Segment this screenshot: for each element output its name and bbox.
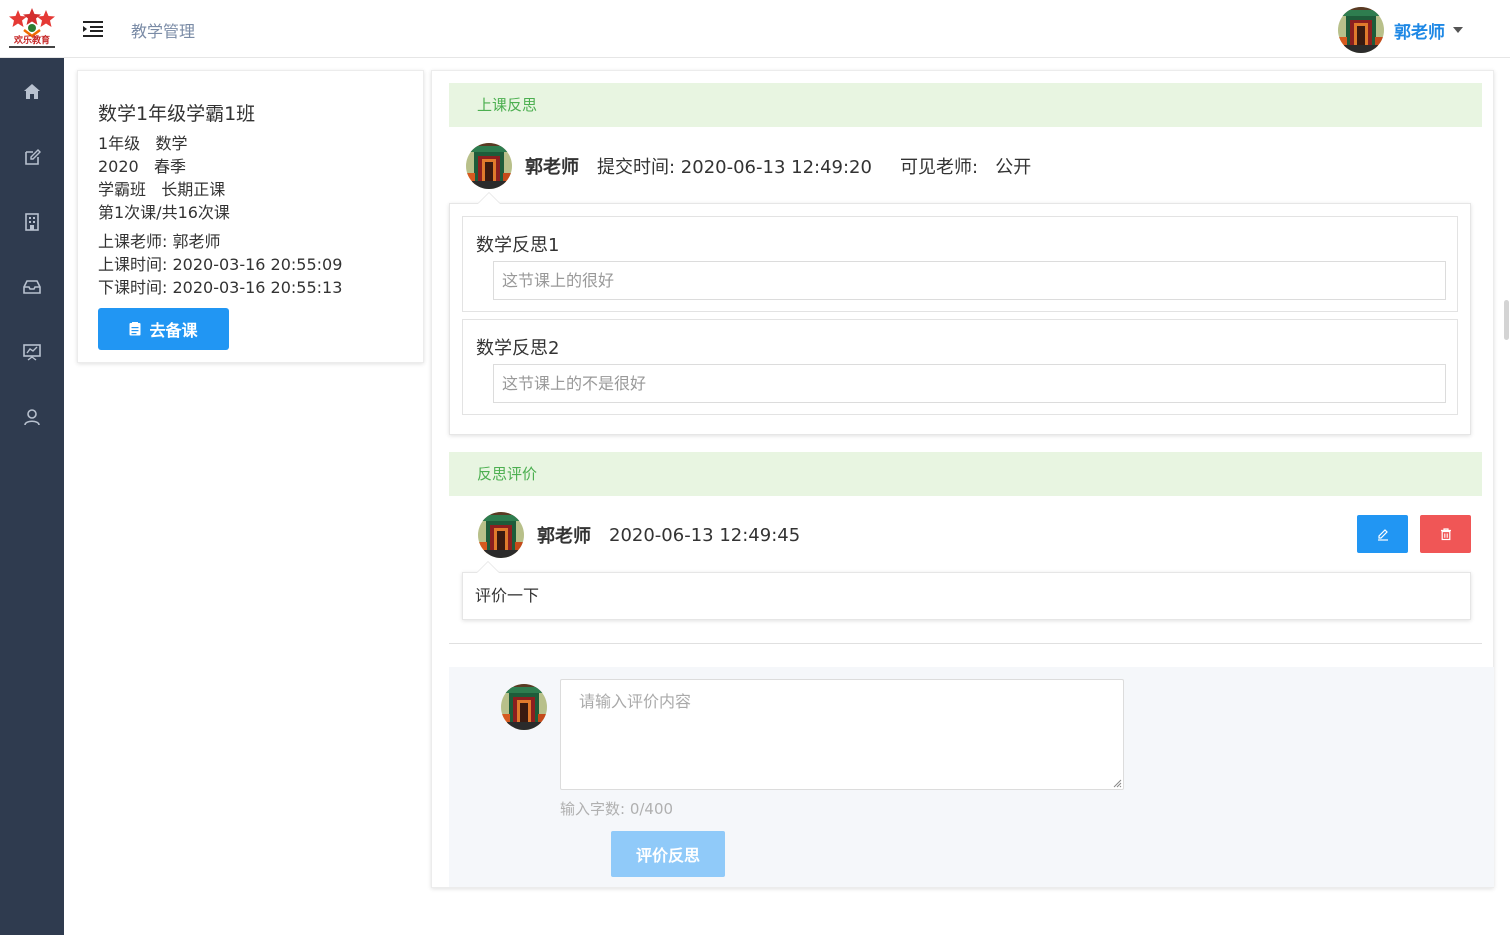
reflection-panel: 上课反思 郭老师 提交时间: 2020-06-13 12:49:20 可见老师:… — [431, 70, 1494, 888]
evaluation-content: 评价一下 — [462, 562, 1471, 620]
clipboard-icon — [129, 322, 141, 336]
visibility: 可见老师: 公开 — [899, 157, 1032, 178]
prep-button-label: 去备课 — [149, 321, 198, 340]
teacher-line: 上课老师: 郭老师 — [98, 232, 221, 251]
speech-tip — [477, 562, 499, 573]
home-icon — [24, 84, 40, 99]
evaluation-input[interactable] — [560, 679, 1124, 790]
edit-evaluation-button[interactable] — [1357, 515, 1408, 553]
delete-evaluation-button[interactable] — [1420, 515, 1471, 553]
evaluation-time: 2020-06-13 12:49:45 — [609, 524, 801, 546]
class-type: 学霸班 长期正课 — [98, 180, 226, 199]
user-name: 郭老师 — [1394, 22, 1445, 43]
trash-icon — [1440, 528, 1451, 541]
compose-area: 输入字数: 0/400 评价反思 — [449, 667, 1494, 887]
start-time: 上课时间: 2020-03-16 20:55:09 — [98, 255, 343, 274]
reflection-author: 郭老师 — [525, 157, 579, 178]
sidebar-item-inbox[interactable] — [0, 267, 64, 307]
avatar — [466, 143, 512, 189]
sidebar — [0, 58, 64, 935]
sidebar-item-presentation[interactable] — [0, 332, 64, 372]
reflection-item: 数学反思2 这节课上的不是很好 — [462, 319, 1458, 415]
chevron-down-icon — [1453, 27, 1463, 33]
evaluation-section-title: 反思评价 — [449, 452, 1482, 496]
reflection-item-label: 数学反思1 — [476, 235, 560, 256]
breadcrumb[interactable]: 教学管理 — [131, 18, 195, 42]
resize-grip-icon[interactable] — [1112, 778, 1122, 788]
edit-icon — [25, 149, 41, 165]
class-info-card: 数学1年级学霸1班 1年级 数学 2020 春季 学霸班 长期正课 第1次课/共… — [77, 70, 424, 363]
grade-subject: 1年级 数学 — [98, 134, 188, 153]
sidebar-item-edit[interactable] — [0, 137, 64, 177]
speech-tip — [478, 193, 500, 204]
char-counter: 输入字数: 0/400 — [560, 800, 674, 818]
avatar — [478, 512, 524, 558]
top-bar: 欢乐教育 教学管理 郭老师 — [0, 0, 1510, 58]
pencil-icon — [1377, 529, 1388, 541]
app-logo[interactable]: 欢乐教育 — [4, 6, 60, 50]
evaluation-author-row: 郭老师 2020-06-13 12:49:45 — [478, 512, 800, 558]
reflection-content-box: 数学反思1 这节课上的很好 数学反思2 这节课上的不是很好 — [449, 193, 1471, 435]
reflection-author-row: 郭老师 提交时间: 2020-06-13 12:49:20 可见老师: 公开 — [466, 143, 1031, 189]
presentation-icon — [23, 344, 41, 361]
logo-text: 欢乐教育 — [13, 34, 50, 46]
reflection-item: 数学反思1 这节课上的很好 — [462, 216, 1458, 312]
logo-icon: 欢乐教育 — [9, 8, 55, 48]
inbox-icon — [23, 280, 41, 294]
reflection-section-title: 上课反思 — [449, 83, 1482, 127]
avatar — [501, 684, 547, 730]
sidebar-item-building[interactable] — [0, 202, 64, 242]
sidebar-item-user[interactable] — [0, 397, 64, 437]
menu-toggle-icon[interactable] — [82, 18, 104, 40]
submit-time: 提交时间: 2020-06-13 12:49:20 — [597, 157, 872, 178]
scrollbar[interactable] — [1504, 300, 1509, 340]
avatar — [1338, 7, 1384, 53]
evaluation-text: 评价一下 — [475, 586, 540, 605]
year-term: 2020 春季 — [98, 157, 186, 176]
reflection-item-label: 数学反思2 — [476, 338, 560, 359]
evaluation-author: 郭老师 — [537, 526, 591, 547]
reflection-item-value: 这节课上的不是很好 — [493, 364, 1446, 403]
sidebar-item-home[interactable] — [0, 72, 64, 112]
end-time: 下课时间: 2020-03-16 20:55:13 — [98, 278, 343, 297]
submit-evaluation-button[interactable]: 评价反思 — [611, 831, 725, 877]
divider — [449, 643, 1482, 644]
user-menu[interactable]: 郭老师 — [1338, 7, 1463, 53]
class-title: 数学1年级学霸1班 — [98, 103, 256, 125]
prep-lesson-button[interactable]: 去备课 — [98, 308, 229, 350]
lesson-progress: 第1次课/共16次课 — [98, 203, 230, 222]
building-icon — [25, 213, 39, 231]
user-icon — [24, 409, 40, 426]
reflection-item-value: 这节课上的很好 — [493, 261, 1446, 300]
